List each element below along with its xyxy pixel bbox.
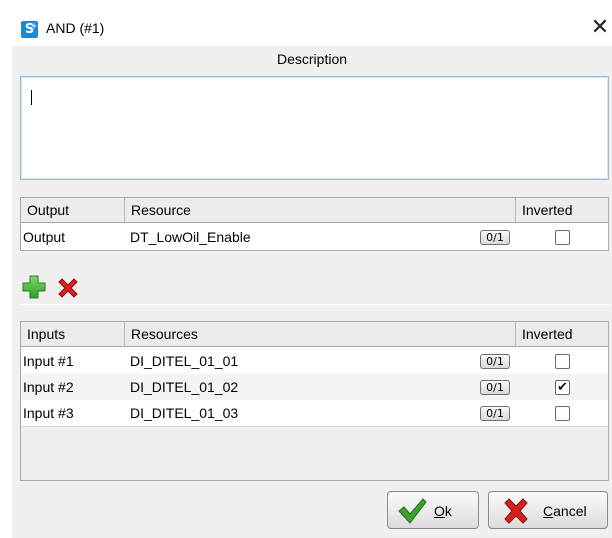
dialog-body: Description Output Resource Inverted Out… <box>12 46 612 538</box>
inverted-checkbox-checked[interactable]: ✔ <box>555 380 570 395</box>
table-row[interactable]: Input #2 DI_DITEL_01_02 0/1 ✔ <box>21 374 608 400</box>
toolbar-divider <box>20 304 610 305</box>
input-resource-cell[interactable]: DI_DITEL_01_02 <box>130 374 238 400</box>
column-header-inverted[interactable]: Inverted <box>516 322 608 347</box>
column-header-resources[interactable]: Resources <box>125 322 516 347</box>
table-row[interactable]: Output DT_LowOil_Enable 0/1 <box>21 224 608 250</box>
input-name-cell: Input #2 <box>23 379 74 395</box>
window-title: AND (#1) <box>46 20 105 36</box>
ok-button-label: Ok <box>434 503 452 519</box>
binary-type-badge[interactable]: 0/1 <box>480 406 510 421</box>
binary-type-badge[interactable]: 0/1 <box>480 354 510 369</box>
column-header-resource[interactable]: Resource <box>125 198 516 223</box>
input-name-cell: Input #3 <box>23 405 74 421</box>
output-table-header: Output Resource Inverted <box>21 198 608 223</box>
input-resource-cell[interactable]: DI_DITEL_01_01 <box>130 348 238 374</box>
inputs-table: Inputs Resources Inverted Input #1 DI_DI… <box>20 321 609 481</box>
inverted-checkbox[interactable] <box>555 354 570 369</box>
column-header-inputs[interactable]: Inputs <box>21 322 125 347</box>
output-resource-cell[interactable]: DT_LowOil_Enable <box>130 224 251 250</box>
column-header-inverted[interactable]: Inverted <box>516 198 608 223</box>
binary-type-badge[interactable]: 0/1 <box>480 230 510 245</box>
output-name-cell: Output <box>23 229 66 245</box>
ok-button[interactable]: Ok <box>387 491 479 529</box>
binary-type-badge[interactable]: 0/1 <box>480 380 510 395</box>
inverted-checkbox[interactable] <box>555 230 570 245</box>
inverted-checkbox[interactable] <box>555 406 570 421</box>
empty-table-area <box>21 426 608 480</box>
text-caret <box>31 90 32 105</box>
close-icon[interactable]: ✕ <box>588 15 612 41</box>
app-logo-icon: S + <box>21 21 38 38</box>
table-row[interactable]: Input #3 DI_DITEL_01_03 0/1 <box>21 400 608 426</box>
cancel-button[interactable]: Cancel <box>488 491 608 529</box>
plus-icon[interactable] <box>21 274 47 300</box>
output-table: Output Resource Inverted Output DT_LowOi… <box>20 197 609 251</box>
description-label: Description <box>276 51 348 67</box>
input-resource-cell[interactable]: DI_DITEL_01_03 <box>130 400 238 426</box>
title-bar: S + AND (#1) ✕ <box>0 0 612 46</box>
checkmark-icon <box>398 498 427 524</box>
cancel-button-label: Cancel <box>543 503 587 519</box>
delete-x-icon[interactable] <box>55 275 81 301</box>
cancel-x-icon <box>504 498 528 524</box>
input-name-cell: Input #1 <box>23 353 74 369</box>
column-header-output[interactable]: Output <box>21 198 125 223</box>
table-row[interactable]: Input #1 DI_DITEL_01_01 0/1 <box>21 348 608 374</box>
inputs-table-header: Inputs Resources Inverted <box>21 322 608 347</box>
description-textarea[interactable] <box>20 76 609 180</box>
